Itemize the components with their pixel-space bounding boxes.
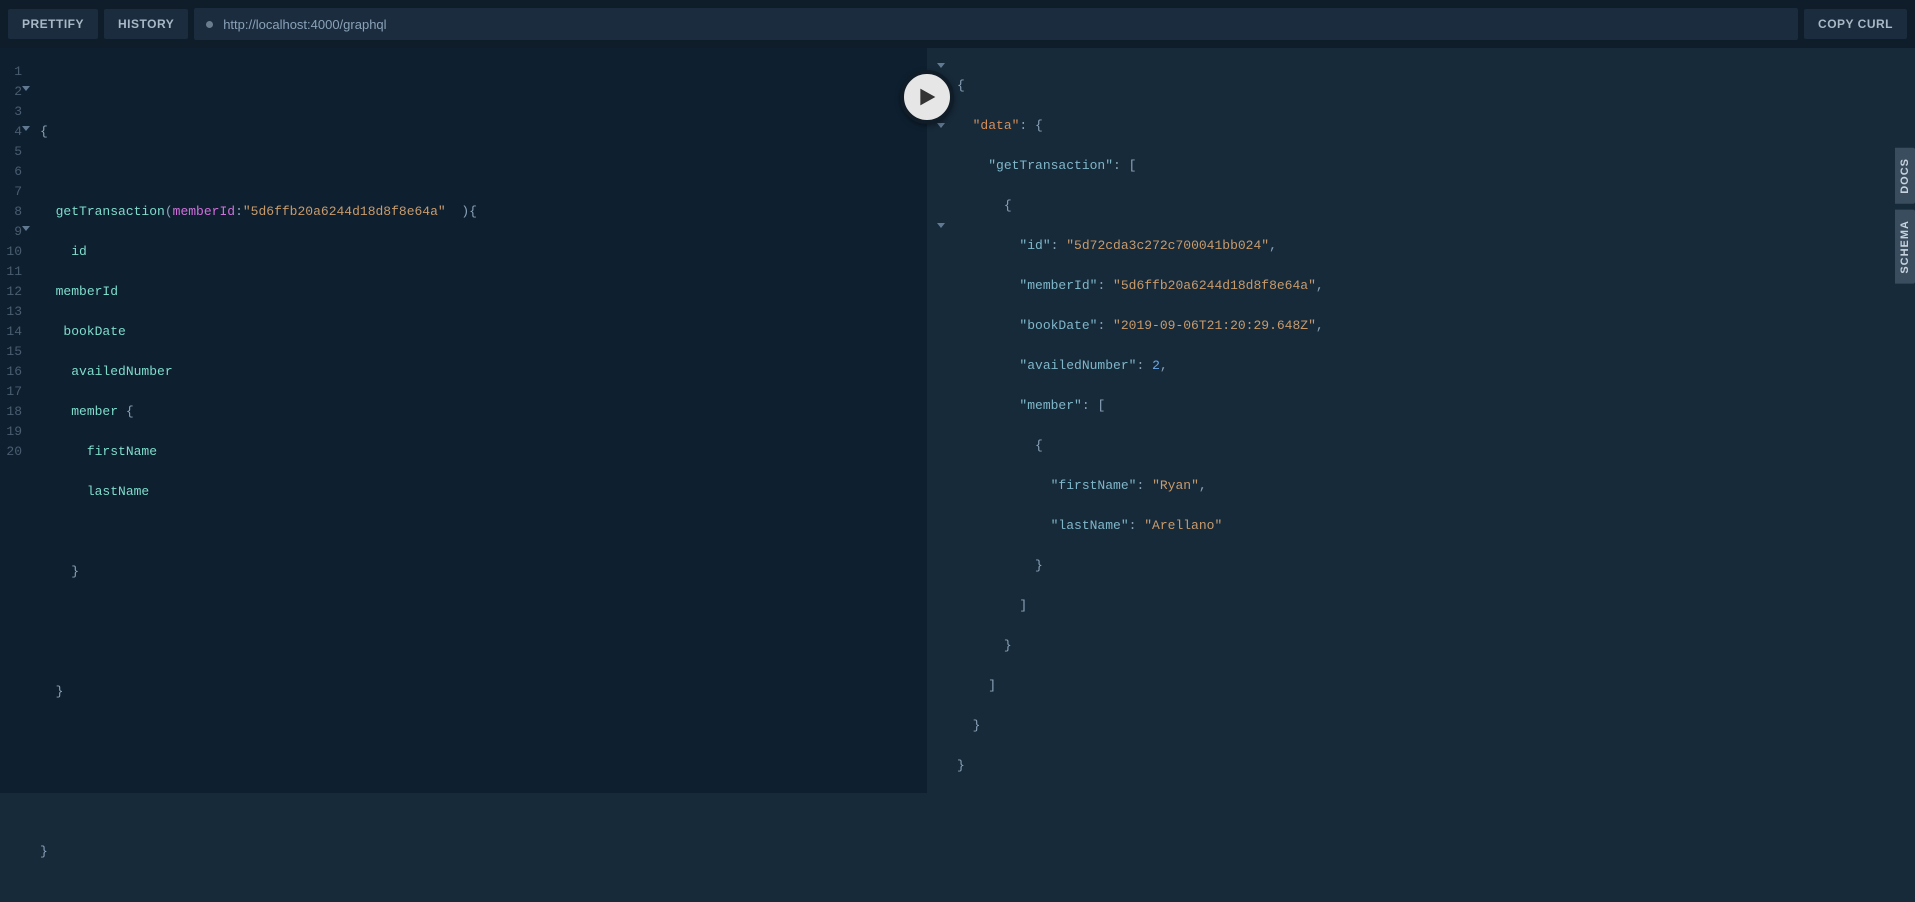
history-button[interactable]: HISTORY [104, 9, 188, 39]
line-number: 9 [0, 222, 22, 242]
line-number: 15 [0, 342, 22, 362]
endpoint-status-dot-icon [206, 21, 213, 28]
schema-tab[interactable]: SCHEMA [1895, 210, 1915, 284]
query-editor[interactable]: 1 2 3 4 5 6 7 8 9 10 11 12 13 14 15 16 1… [0, 48, 927, 793]
prettify-button[interactable]: PRETTIFY [8, 9, 98, 39]
main-area: 1 2 3 4 5 6 7 8 9 10 11 12 13 14 15 16 1… [0, 48, 1915, 793]
result-viewer[interactable]: { "data": { "getTransaction": [ { "id": … [927, 48, 1915, 793]
line-number: 11 [0, 262, 22, 282]
fold-toggle-icon[interactable] [22, 86, 30, 91]
fold-toggle-icon[interactable] [937, 216, 953, 236]
docs-tab[interactable]: DOCS [1895, 148, 1915, 204]
endpoint-url-input[interactable] [223, 17, 1786, 32]
run-query-button[interactable] [900, 70, 954, 124]
line-number: 8 [0, 202, 22, 222]
line-number: 7 [0, 182, 22, 202]
line-number: 12 [0, 282, 22, 302]
play-icon [917, 85, 937, 109]
line-number: 13 [0, 302, 22, 322]
line-number: 17 [0, 382, 22, 402]
line-number: 1 [0, 62, 22, 82]
line-number: 6 [0, 162, 22, 182]
line-number: 5 [0, 142, 22, 162]
toolbar: PRETTIFY HISTORY COPY CURL [0, 0, 1915, 48]
line-number: 2 [0, 82, 22, 102]
line-number: 20 [0, 442, 22, 462]
line-number: 16 [0, 362, 22, 382]
line-number: 3 [0, 102, 22, 122]
line-number: 19 [0, 422, 22, 442]
fold-toggle-icon[interactable] [22, 126, 30, 131]
line-number: 18 [0, 402, 22, 422]
side-tabs: DOCS SCHEMA [1895, 148, 1915, 283]
query-code[interactable]: { getTransaction(memberId:"5d6ffb20a6244… [28, 62, 927, 793]
line-number: 14 [0, 322, 22, 342]
url-bar [194, 8, 1798, 40]
result-json: { "data": { "getTransaction": [ { "id": … [957, 56, 1324, 793]
line-number: 10 [0, 242, 22, 262]
line-gutter: 1 2 3 4 5 6 7 8 9 10 11 12 13 14 15 16 1… [0, 62, 28, 793]
copy-curl-button[interactable]: COPY CURL [1804, 9, 1907, 39]
fold-toggle-icon[interactable] [22, 226, 30, 231]
line-number: 4 [0, 122, 22, 142]
